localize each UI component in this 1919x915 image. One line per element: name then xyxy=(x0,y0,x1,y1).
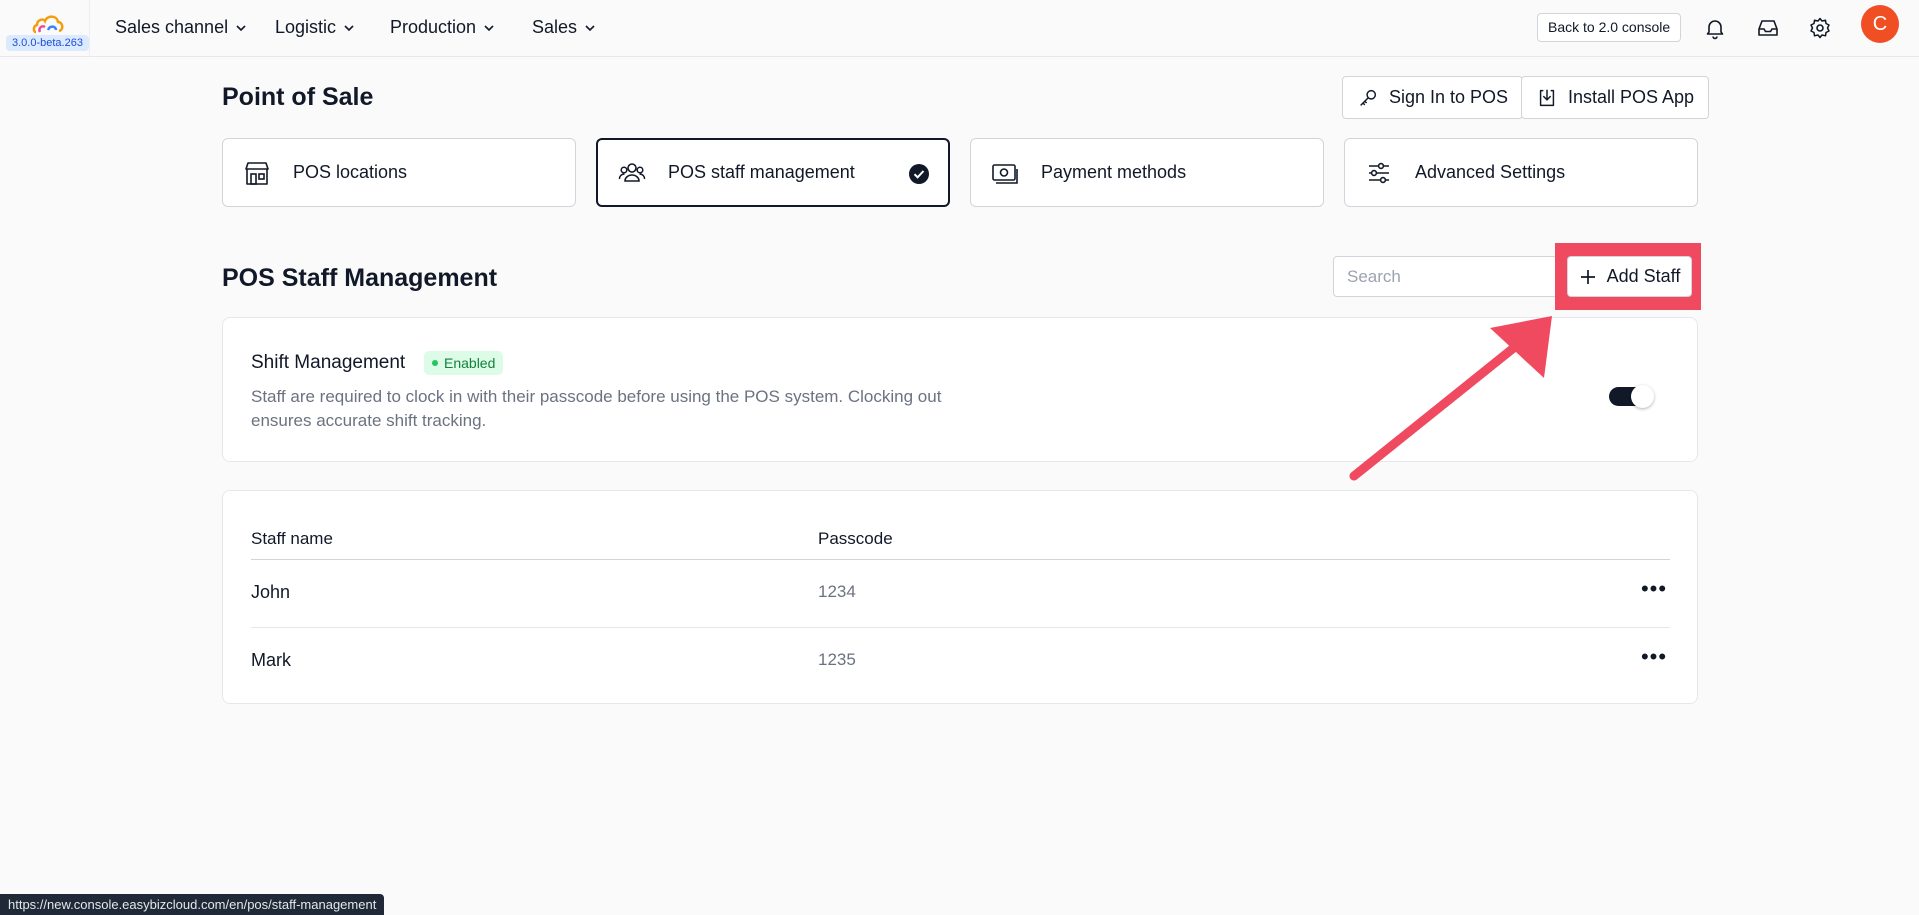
chevron-down-icon xyxy=(344,24,354,31)
chevron-down-icon xyxy=(585,24,595,31)
nav-label: Logistic xyxy=(275,17,337,37)
search-input[interactable] xyxy=(1333,256,1565,297)
status-badge: Enabled xyxy=(424,351,504,375)
column-header-staff-name: Staff name xyxy=(251,529,333,548)
check-circle-icon xyxy=(909,164,929,184)
card-pos-staff-management[interactable]: POS staff management xyxy=(596,138,950,207)
card-advanced-settings[interactable]: Advanced Settings xyxy=(1344,138,1698,207)
nav-label: Production xyxy=(390,17,477,37)
toggle-knob xyxy=(1631,385,1654,408)
version-badge: 3.0.0-beta.263 xyxy=(6,35,89,51)
staff-table: Staff name Passcode John 1234 ••• Mark 1… xyxy=(222,490,1698,704)
card-label: Payment methods xyxy=(1041,162,1187,182)
money-icon xyxy=(992,163,1018,184)
nav-production[interactable]: Production xyxy=(390,17,494,38)
column-header-passcode: Passcode xyxy=(818,529,893,548)
shift-description: Staff are required to clock in with thei… xyxy=(251,387,942,430)
nav-sales-channel[interactable]: Sales channel xyxy=(115,17,246,38)
card-pos-locations[interactable]: POS locations xyxy=(222,138,576,207)
staff-name: Mark xyxy=(251,650,291,670)
card-payment-methods[interactable]: Payment methods xyxy=(970,138,1324,207)
logo[interactable]: 3.0.0-beta.263 xyxy=(0,0,90,57)
arrow-annotation xyxy=(1349,316,1552,481)
gear-icon[interactable] xyxy=(1808,16,1832,40)
table-row[interactable]: Mark 1235 ••• xyxy=(251,628,1670,696)
nav-logistic[interactable]: Logistic xyxy=(275,17,354,38)
plus-icon xyxy=(1580,269,1595,284)
card-label: POS locations xyxy=(293,162,408,182)
inbox-icon[interactable] xyxy=(1756,16,1780,40)
card-label: POS staff management xyxy=(668,162,855,182)
chevron-down-icon xyxy=(236,24,246,31)
more-actions-icon[interactable]: ••• xyxy=(1638,576,1670,608)
download-icon xyxy=(1539,89,1555,106)
staff-passcode: 1234 xyxy=(818,582,856,601)
nav-label: Sales xyxy=(532,17,578,37)
shift-title: Shift Management xyxy=(251,352,406,373)
shift-toggle[interactable] xyxy=(1609,384,1655,408)
table-row[interactable]: John 1234 ••• xyxy=(251,560,1670,628)
nav-label: Sales channel xyxy=(115,17,229,37)
bell-icon[interactable] xyxy=(1703,16,1727,40)
section-title: POS Staff Management xyxy=(222,264,498,292)
top-bar: 3.0.0-beta.263 Sales channel Logistic Pr… xyxy=(0,0,1919,57)
nav-sales[interactable]: Sales xyxy=(532,17,595,38)
back-to-console-button[interactable]: Back to 2.0 console xyxy=(1537,13,1682,42)
card-label: Advanced Settings xyxy=(1415,162,1566,182)
users-icon xyxy=(618,162,646,182)
sign-in-to-pos-button[interactable]: Sign In to POS xyxy=(1342,76,1524,119)
store-icon xyxy=(245,161,269,185)
chevron-down-icon xyxy=(484,24,494,31)
staff-passcode: 1235 xyxy=(818,650,856,669)
sliders-icon xyxy=(1369,162,1389,183)
install-label: Install POS App xyxy=(1568,87,1695,107)
more-actions-icon[interactable]: ••• xyxy=(1638,644,1670,676)
add-staff-label: Add Staff xyxy=(1606,266,1681,286)
avatar[interactable]: C xyxy=(1861,5,1899,43)
sign-in-label: Sign In to POS xyxy=(1389,87,1509,107)
key-icon xyxy=(1360,89,1377,106)
cloud-logo-icon xyxy=(32,15,64,34)
page-title: Point of Sale xyxy=(222,83,374,111)
status-url: https://new.console.easybizcloud.com/en/… xyxy=(0,894,385,915)
staff-name: John xyxy=(251,582,291,602)
add-staff-button[interactable]: Add Staff xyxy=(1567,256,1692,297)
install-pos-app-button[interactable]: Install POS App xyxy=(1521,76,1710,119)
